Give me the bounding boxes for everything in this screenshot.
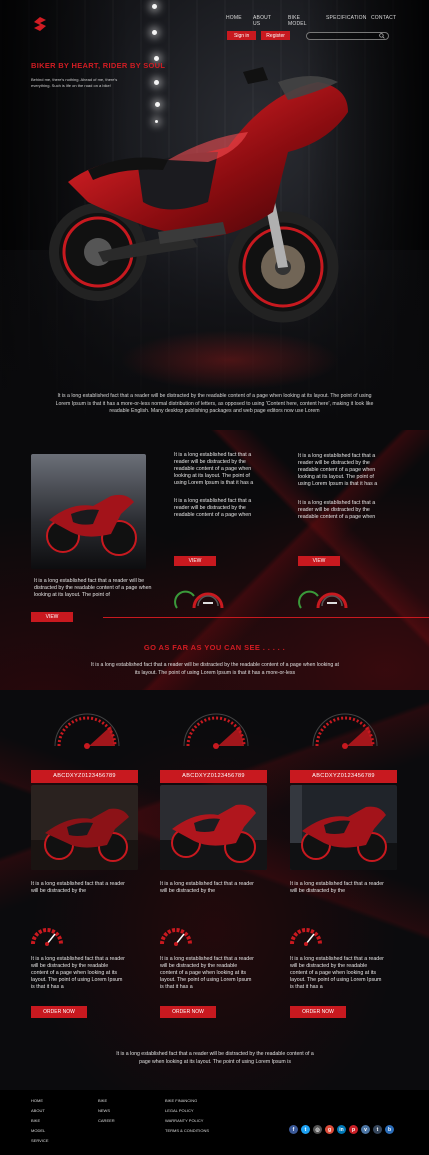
section-intro: It is a long established fact that a rea… [90,662,339,676]
footer [0,1090,429,1155]
order-now-button[interactable]: ORDER NOW [290,1006,346,1018]
footer-link-news[interactable]: NEWS [98,1106,115,1116]
model-code-bar: ABCDXYZ0123456789 [31,770,138,783]
auth-buttons: Sign in Register [227,31,290,40]
model-long-text: It is a long established fact that a rea… [31,956,125,990]
feature-col2-text-a: It is a long established fact that a rea… [174,452,254,486]
featured-bike-image[interactable] [31,454,146,569]
model-image[interactable] [290,785,397,870]
gauge-icon [31,928,63,946]
sign-in-button[interactable]: Sign in [227,31,257,40]
hero-motorcycle-image [49,67,348,323]
featured-card-text: It is a long established fact that a rea… [34,578,152,598]
footer-link-bike[interactable]: BIKE [31,1116,49,1126]
model-short-text: It is a long established fact that a rea… [160,881,254,894]
footer-link-warranty-policy[interactable]: WARRANTY POLICY [165,1116,209,1126]
footer-link-about[interactable]: ABOUT [31,1106,49,1116]
section-headline: GO AS FAR AS YOU CAN SEE . . . . . [143,643,286,652]
hero-section: HOME ABOUT US BIKE MODEL SPECIFICATION C… [0,0,429,430]
speedometer-icon [312,713,378,749]
blogger-icon[interactable]: b [385,1125,394,1134]
feature-col3-text-b: It is a long established fact that a rea… [298,500,376,520]
closing-text: It is a long established fact that a rea… [116,1051,314,1065]
footer-link-terms[interactable]: TERMS & CONDITIONS [165,1126,209,1136]
model-code-bar: ABCDXYZ0123456789 [160,770,267,783]
section-divider [103,617,429,618]
footer-link-career[interactable]: CAREER [98,1116,115,1126]
search-input[interactable] [307,41,377,48]
view-button-card1[interactable]: VIEW [31,612,73,622]
social-icons: f t ◎ g in p v t b [289,1125,394,1134]
speedometer-icon [298,590,348,609]
feature-col2-text-b: It is a long established fact that a rea… [174,498,252,518]
speedometer-icon [183,713,249,749]
nav-home[interactable]: HOME [226,15,242,21]
twitter-icon[interactable]: t [301,1125,310,1134]
brand-logo[interactable] [30,14,50,34]
feature-col3-text-a: It is a long established fact that a rea… [298,453,378,487]
footer-col-3: BIKE FINANCING LEGAL POLICY WARRANTY POL… [165,1096,209,1136]
linkedin-icon[interactable]: in [337,1125,346,1134]
nav-contact[interactable]: CONTACT [371,15,396,21]
model-code-bar: ABCDXYZ0123456789 [290,770,397,783]
footer-link-home[interactable]: HOME [31,1096,49,1106]
gauge-icon [290,928,322,946]
footer-col-2: BIKE NEWS CAREER [98,1096,115,1126]
order-now-button[interactable]: ORDER NOW [31,1006,87,1018]
register-button[interactable]: Register [261,31,290,40]
order-now-button[interactable]: ORDER NOW [160,1006,216,1018]
search-icon[interactable] [379,33,385,39]
footer-col-1: HOME ABOUT BIKE MODEL SERVICE [31,1096,49,1146]
nav-about-us[interactable]: ABOUT US [253,15,271,27]
hero-paragraph: It is a long established fact that a rea… [55,393,374,414]
nav-specification[interactable]: SPECIFICATION [326,15,367,21]
search-box [306,32,389,48]
google-plus-icon[interactable]: g [325,1125,334,1134]
model-image[interactable] [160,785,267,870]
pinterest-icon[interactable]: p [349,1125,358,1134]
model-image[interactable] [31,785,138,870]
model-long-text: It is a long established fact that a rea… [290,956,384,990]
model-long-text: It is a long established fact that a rea… [160,956,254,990]
footer-link-legal-policy[interactable]: LEGAL POLICY [165,1106,209,1116]
footer-link-model[interactable]: MODEL [31,1126,49,1136]
hero-tagline: BIKER BY HEART, RIDER BY SOUL [31,61,166,70]
view-button-col2[interactable]: VIEW [174,556,216,566]
speedometer-icon [54,713,120,749]
footer-link-bike-financing[interactable]: BIKE FINANCING [165,1096,209,1106]
speedometer-icon [174,590,224,609]
gauge-icon [160,928,192,946]
hero-subtext: Behind me, there's nothing. Ahead of me,… [31,77,118,88]
model-short-text: It is a long established fact that a rea… [31,881,125,894]
footer-link-bike[interactable]: BIKE [98,1096,115,1106]
facebook-icon[interactable]: f [289,1125,298,1134]
model-short-text: It is a long established fact that a rea… [290,881,384,894]
footer-link-service[interactable]: SERVICE [31,1136,49,1146]
tumblr-icon[interactable]: t [373,1125,382,1134]
view-button-col3[interactable]: VIEW [298,556,340,566]
vk-icon[interactable]: v [361,1125,370,1134]
nav-bike-model[interactable]: BIKE MODEL [288,15,307,27]
instagram-icon[interactable]: ◎ [313,1125,322,1134]
